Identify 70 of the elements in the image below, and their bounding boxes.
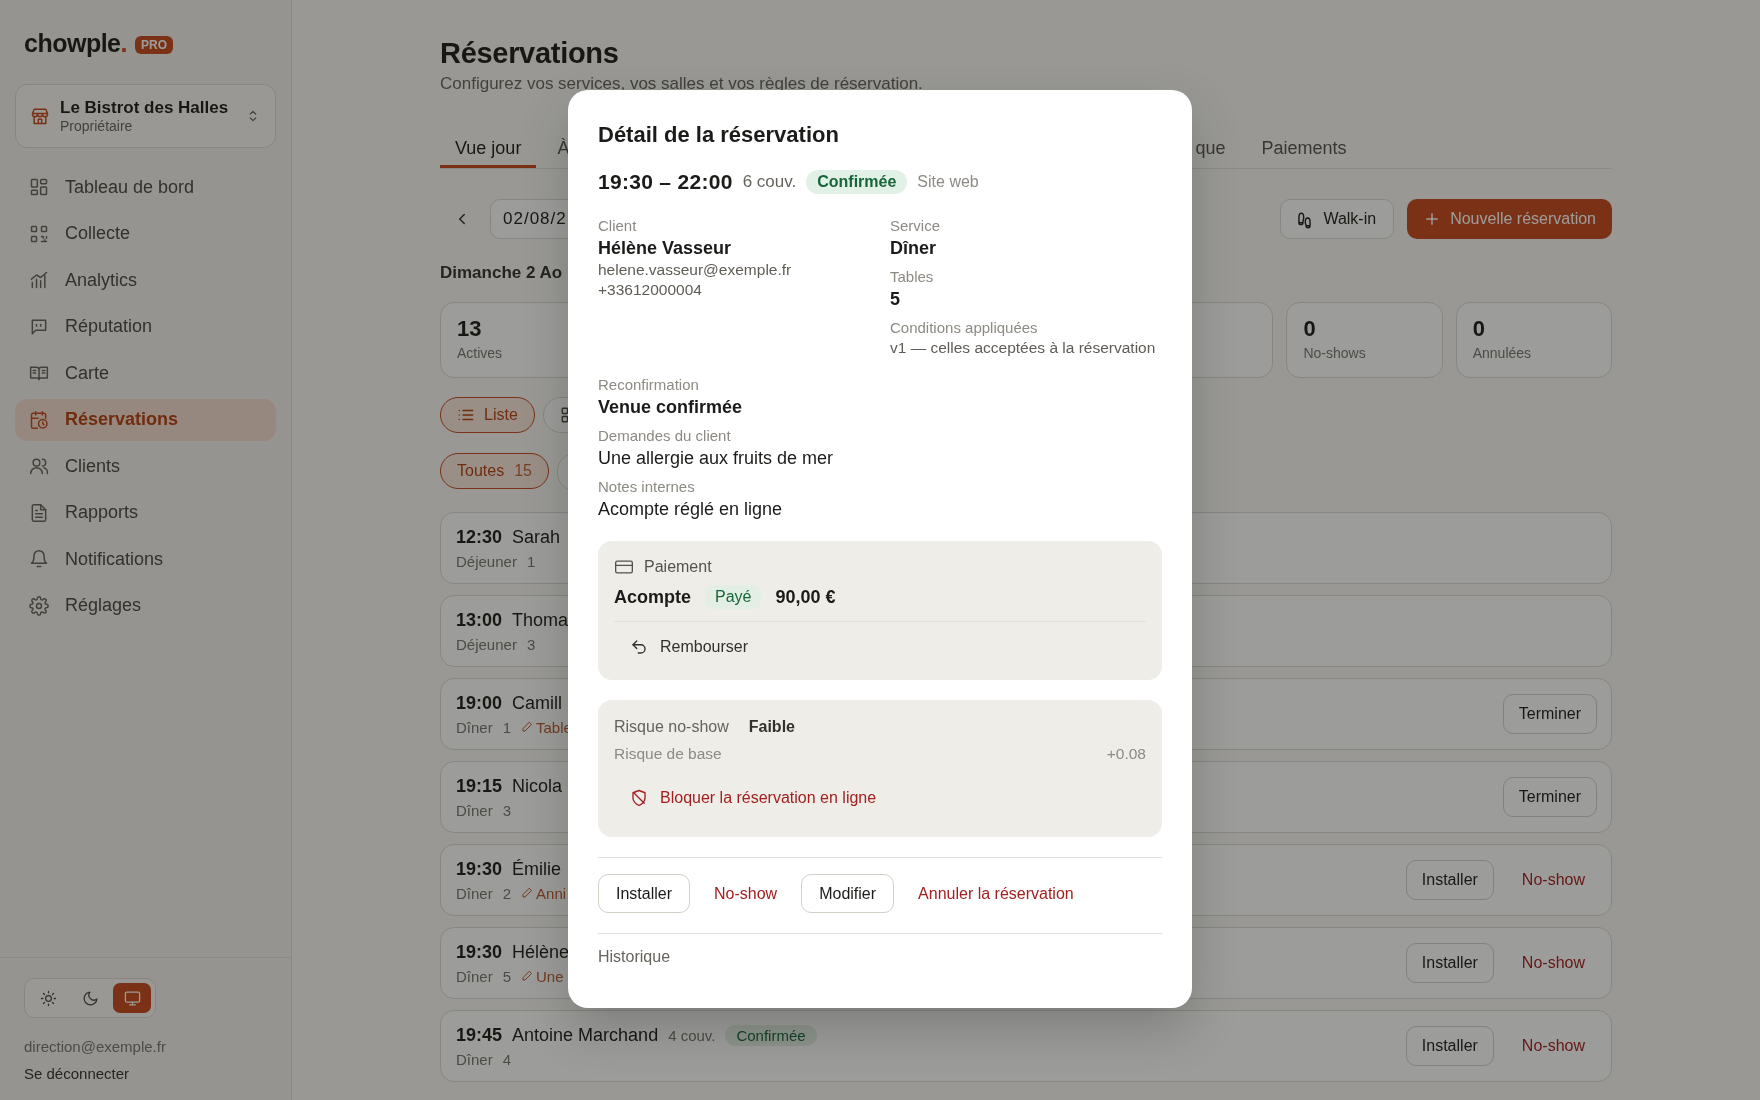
service-name: Déjeuner: [456, 552, 517, 570]
cover-count: 1: [502, 718, 512, 736]
cover-count: 1: [526, 552, 536, 570]
service-name: Dîner: [456, 1050, 493, 1068]
reservation-time: 19:45: [456, 1024, 503, 1046]
logo: chowple.: [24, 28, 127, 58]
field-label: Notes internes: [598, 477, 696, 497]
risk-factor: Risque de base: [614, 745, 722, 763]
field-value: Acompte réglé en ligne: [598, 498, 784, 521]
stat-card: 0 No-shows: [1286, 302, 1443, 378]
field-label: Tables: [890, 267, 935, 287]
risk-level: Faible: [748, 718, 795, 736]
contact-detail: +33612000004: [598, 280, 703, 300]
guest-name: Thoma: [512, 609, 569, 631]
page-subtitle: Configurez vos services, vos salles et vos règles de réservation.: [440, 74, 924, 94]
field-value: Venue confirmée: [598, 396, 744, 419]
field-label: Reconfirmation: [598, 375, 700, 395]
service-name: Dîner: [456, 884, 493, 902]
pro-badge: PRO: [134, 36, 173, 54]
cover-count: 3: [502, 801, 512, 819]
section-heading: Historique: [598, 948, 672, 966]
reservation-time: 19:15: [456, 775, 503, 797]
payment-type: Acompte: [614, 586, 691, 608]
service-name: Dîner: [456, 967, 493, 985]
field-label: Conditions appliquées: [890, 318, 1039, 338]
guest-name: Hélène: [512, 941, 570, 963]
day-heading: Dimanche 2 Ao: [440, 263, 563, 283]
guest-name: Sarah: [512, 526, 561, 548]
payment-amount: 90,00 €: [775, 586, 836, 608]
reservation-time: 19:30: [456, 858, 503, 880]
cover-count: 3: [526, 635, 536, 653]
page-title: Réservations: [440, 36, 620, 71]
guest-name: Camill: [512, 692, 563, 714]
cover-count: 4: [502, 1050, 512, 1068]
field-value: v1 — celles acceptées à la réservation: [890, 338, 1157, 358]
status-badge: Confirmée: [725, 1024, 817, 1046]
guest-name: Antoine Marchand: [512, 1024, 659, 1046]
reservation-time: 19:30: [456, 941, 503, 963]
field-label: Demandes du client: [598, 426, 732, 446]
service-name: Déjeuner: [456, 635, 517, 653]
field-value: 5: [890, 288, 901, 311]
service-name: Dîner: [456, 801, 493, 819]
field-label: Client: [598, 216, 638, 236]
cover-count: 2: [502, 884, 512, 902]
booking-source: Site web: [917, 173, 979, 191]
paid-badge: Payé: [705, 585, 762, 609]
service-name: Dîner: [456, 718, 493, 736]
field-label: Service: [890, 216, 942, 236]
risk-label: Risque no-show: [614, 718, 729, 736]
party-size: 4 couv.: [668, 1026, 716, 1044]
dialog-title: Détail de la réservation: [598, 121, 840, 149]
stat-card: 0 Annulées: [1455, 302, 1612, 378]
field-value: Dîner: [890, 237, 937, 260]
field-value: Hélène Vasseur: [598, 237, 733, 260]
panel-title: Paiement: [644, 558, 712, 576]
contact-detail: helene.vasseur@exemple.fr: [598, 260, 793, 280]
risk-factor-value: +0.08: [1106, 745, 1146, 763]
reservation-time: 19:00: [456, 692, 503, 714]
status-badge: Confirmée: [806, 170, 908, 194]
cover-count: 5: [502, 967, 512, 985]
guest-note: Anni: [521, 884, 567, 902]
guest-note: Une: [521, 967, 564, 985]
reservation-time: 12:30: [456, 526, 503, 548]
guest-name: Nicola: [512, 775, 563, 797]
user-email: direction@exemple.fr: [24, 1038, 167, 1055]
party-size: 6 couv.: [742, 172, 797, 192]
reservation-time: 13:00: [456, 609, 503, 631]
guest-name: Émilie: [512, 858, 562, 880]
field-value: Une allergie aux fruits de mer: [598, 447, 835, 470]
time-range: 19:30 – 22:00: [598, 170, 733, 194]
